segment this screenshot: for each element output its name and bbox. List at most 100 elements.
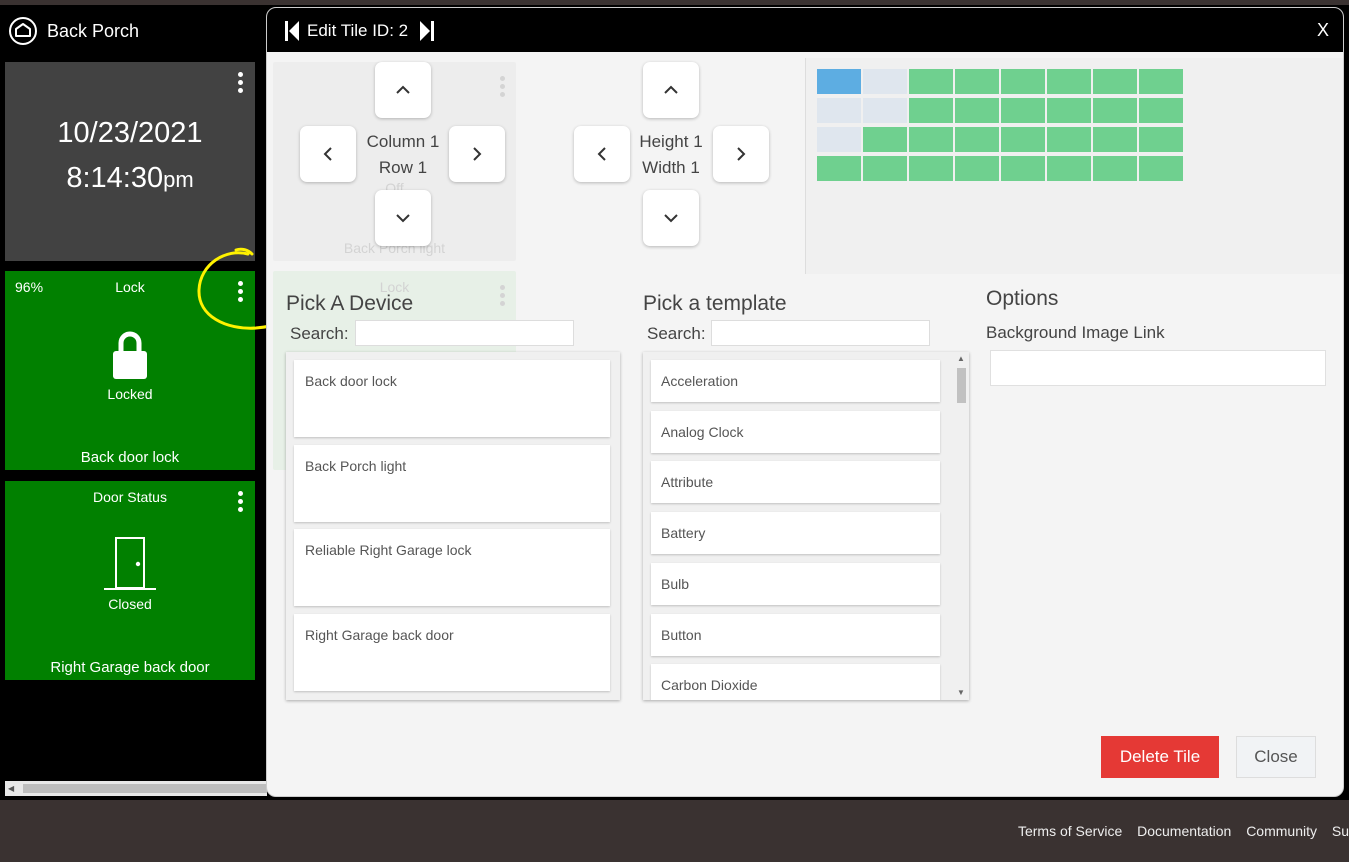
width-decrease-button[interactable] <box>574 126 630 182</box>
door-tile[interactable]: Door Status Closed Right Garage back doo… <box>5 481 255 680</box>
chevron-right-icon <box>473 147 482 161</box>
dashboard-header: Back Porch <box>0 5 265 57</box>
scroll-up-icon[interactable]: ▲ <box>957 354 965 363</box>
horizontal-scrollbar[interactable]: ◀ <box>5 781 267 796</box>
footer-link-support[interactable]: Su <box>1332 823 1349 839</box>
footer-link-community[interactable]: Community <box>1246 823 1317 839</box>
template-item[interactable]: Bulb <box>651 563 940 605</box>
grid-cell-occupied[interactable] <box>1047 69 1091 94</box>
dialog-title: Edit Tile ID: 2 <box>307 21 409 40</box>
height-increase-button[interactable] <box>643 190 699 246</box>
grid-cell-empty[interactable] <box>863 69 907 94</box>
dialog-close-button[interactable]: X <box>1317 20 1329 41</box>
move-right-button[interactable] <box>449 126 505 182</box>
move-down-button[interactable] <box>375 190 431 246</box>
template-item[interactable]: Acceleration <box>651 360 940 402</box>
previous-tile-icon[interactable] <box>284 20 300 42</box>
clock-tile[interactable]: 10/23/2021 8:14:30pm <box>5 62 255 261</box>
layout-grid-preview[interactable] <box>805 58 1343 274</box>
device-item[interactable]: Back Porch light <box>294 445 610 522</box>
grid-cell-occupied[interactable] <box>1093 156 1137 181</box>
template-search-input[interactable] <box>711 320 930 346</box>
scrollbar-thumb[interactable] <box>957 368 966 403</box>
grid-cell-occupied[interactable] <box>1001 156 1045 181</box>
grid-cell-occupied[interactable] <box>1047 156 1091 181</box>
template-section-title: Pick a template <box>643 292 787 315</box>
grid-cell-occupied[interactable] <box>909 69 953 94</box>
grid-cell-occupied[interactable] <box>1093 98 1137 123</box>
background-image-label: Background Image Link <box>986 323 1165 342</box>
footer: Terms of Service Documentation Community… <box>0 800 1349 862</box>
tile-menu-icon[interactable] <box>235 72 245 96</box>
device-search-label: Search: <box>290 324 349 343</box>
device-item[interactable]: Back door lock <box>294 360 610 437</box>
tile-menu-icon[interactable] <box>235 491 245 515</box>
template-list-scrollbar[interactable]: ▲ ▼ <box>954 352 969 700</box>
clock-date: 10/23/2021 <box>57 117 203 149</box>
device-item[interactable]: Right Garage back door <box>294 614 610 691</box>
width-label: Width 1 <box>642 158 700 177</box>
template-list[interactable]: Acceleration Analog Clock Attribute Batt… <box>643 352 969 700</box>
home-icon[interactable] <box>8 16 38 46</box>
chevron-down-icon <box>664 214 678 223</box>
template-item[interactable]: Button <box>651 614 940 656</box>
grid-cell-occupied[interactable] <box>955 69 999 94</box>
grid-cell-occupied[interactable] <box>1001 127 1045 152</box>
tile-device-name: Right Garage back door <box>50 659 210 676</box>
grid-cell-occupied[interactable] <box>1001 98 1045 123</box>
grid-cell-occupied[interactable] <box>863 127 907 152</box>
footer-link-terms[interactable]: Terms of Service <box>1018 823 1122 839</box>
clock-ampm: pm <box>163 167 194 192</box>
grid-cell-occupied[interactable] <box>1093 127 1137 152</box>
scroll-down-icon[interactable]: ▼ <box>957 688 965 697</box>
template-item[interactable]: Carbon Dioxide <box>651 664 940 700</box>
grid-cell-occupied[interactable] <box>863 156 907 181</box>
template-item[interactable]: Analog Clock <box>651 411 940 453</box>
grid-cell-occupied[interactable] <box>1093 69 1137 94</box>
grid-cell-selected[interactable] <box>817 69 861 94</box>
move-left-button[interactable] <box>300 126 356 182</box>
template-item[interactable]: Attribute <box>651 461 940 503</box>
delete-tile-button[interactable]: Delete Tile <box>1101 736 1219 778</box>
column-label: Column 1 <box>366 132 440 151</box>
grid-cell-empty[interactable] <box>863 98 907 123</box>
clock-time-value: 8:14:30 <box>66 162 164 194</box>
move-up-button[interactable] <box>375 62 431 118</box>
chevron-left-icon <box>597 147 606 161</box>
device-search-input[interactable] <box>355 320 574 346</box>
grid-cell-occupied[interactable] <box>1139 156 1183 181</box>
height-decrease-button[interactable] <box>643 62 699 118</box>
height-label: Height 1 <box>639 132 703 151</box>
dialog-title-bar: Edit Tile ID: 2 X <box>267 8 1343 52</box>
row-label: Row 1 <box>378 158 428 177</box>
scroll-left-icon[interactable]: ◀ <box>8 784 14 793</box>
device-list[interactable]: Back door lock Back Porch light Reliable… <box>286 352 620 700</box>
device-item[interactable]: Reliable Right Garage lock <box>294 529 610 606</box>
grid-cell-occupied[interactable] <box>1047 127 1091 152</box>
grid-cell-occupied[interactable] <box>909 127 953 152</box>
grid-cell-occupied[interactable] <box>909 156 953 181</box>
grid-cell-occupied[interactable] <box>955 98 999 123</box>
grid-cell-empty[interactable] <box>817 98 861 123</box>
width-increase-button[interactable] <box>713 126 769 182</box>
grid-cell-occupied[interactable] <box>955 127 999 152</box>
template-item[interactable]: Battery <box>651 512 940 554</box>
close-button[interactable]: Close <box>1236 736 1316 778</box>
options-section-title: Options <box>986 287 1059 310</box>
lock-state: Locked <box>107 386 153 402</box>
grid-cell-occupied[interactable] <box>1139 69 1183 94</box>
door-icon <box>5 536 255 597</box>
grid-cell-occupied[interactable] <box>909 98 953 123</box>
next-tile-icon[interactable] <box>419 20 435 42</box>
grid-cell-occupied[interactable] <box>1001 69 1045 94</box>
grid-cell-occupied[interactable] <box>817 156 861 181</box>
scrollbar-thumb[interactable] <box>23 784 267 793</box>
grid-cell-occupied[interactable] <box>1047 98 1091 123</box>
grid-cell-empty[interactable] <box>817 127 861 152</box>
grid-cell-occupied[interactable] <box>955 156 999 181</box>
grid-cell-occupied[interactable] <box>1139 127 1183 152</box>
background-image-input[interactable] <box>990 350 1326 386</box>
footer-link-documentation[interactable]: Documentation <box>1137 823 1231 839</box>
template-search-label: Search: <box>647 324 706 343</box>
grid-cell-occupied[interactable] <box>1139 98 1183 123</box>
